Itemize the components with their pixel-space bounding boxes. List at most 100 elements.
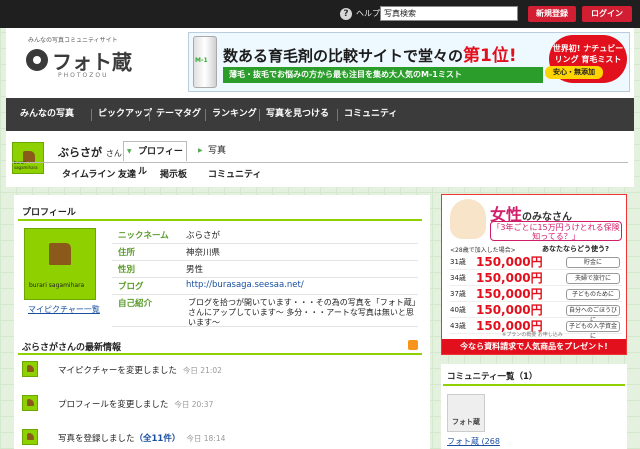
ad-age: 37歳 — [450, 290, 466, 298]
ad-note: 子どもの入学資金に — [566, 321, 620, 340]
ad-mini-text: <28歳で加入した場合> — [450, 247, 516, 254]
activity-section-title: ぶらさがさんの最新情報 — [22, 343, 122, 353]
site-header: みんなの写真コミュニティサイト フォト蔵 PHOTOZOU M-1 数ある育毛剤… — [6, 28, 634, 98]
community-thumbnail[interactable]: フォト蔵 — [447, 394, 485, 432]
subnav-community[interactable]: コミュニティ — [208, 167, 261, 180]
tab-profile[interactable]: プロフィール — [123, 141, 187, 177]
activity-thumbnail[interactable] — [22, 361, 38, 377]
nav-item-find-photos[interactable]: 写真を見つける — [258, 98, 329, 131]
boot-icon — [27, 399, 34, 406]
activity-time: 今日 20:37 — [174, 400, 214, 409]
profile-label: 自己紹介 — [118, 299, 153, 309]
blog-url[interactable]: http://burasaga.seesaa.net/ — [186, 280, 304, 290]
ad-amount: 150,000円 — [476, 303, 543, 317]
banner-chip: 安心・無添加 — [545, 66, 603, 79]
ad-banner[interactable]: M-1 数ある育毛剤の比較サイトで堂々の第1位! 薄毛・抜毛でお悩みの方から最も… — [188, 32, 630, 92]
activity-thumbnail[interactable] — [22, 395, 38, 411]
profile-label: ブログ — [118, 282, 144, 292]
intro-text: ブログを拾つが開いています・・・その為の写真を「フォト蔵」さんにアップしています… — [188, 298, 416, 327]
logo-title[interactable]: フォト蔵 — [52, 46, 132, 75]
banner-headline: 数ある育毛剤の比較サイトで堂々の第1位! — [223, 41, 517, 66]
profile-row-gender: 性別 男性 — [112, 261, 418, 278]
profile-picture-caption: burari sagamihara — [29, 282, 85, 289]
ad-copy: ※プランの概要 お申し込み — [502, 332, 563, 338]
product-bottle-image: M-1 — [193, 36, 217, 88]
help-link[interactable]: ヘルプ — [356, 8, 380, 19]
my-pictures-link[interactable]: マイピクチャー一覧 — [28, 304, 100, 315]
ad-note: 夫婦で旅行に — [566, 273, 620, 284]
activity-text: マイピクチャーを変更しました 今日 21:02 — [58, 364, 222, 376]
profile-value: 男性 — [186, 265, 204, 275]
main-nav: みんなの写真 ピックアップ テーマタグ ランキング 写真を見つける コミュニティ — [6, 98, 634, 131]
banner-subline: 薄毛・抜毛でお悩みの方から最も注目を集め大人気のM-1ミスト — [223, 67, 543, 83]
ad-note: 貯金に — [566, 257, 620, 268]
username-text: ぶらさが — [58, 146, 102, 159]
help-icon[interactable]: ? — [340, 8, 352, 20]
boot-icon — [27, 433, 34, 440]
ad-note: 自分へのごほうびに — [566, 305, 620, 324]
profile-label: ニックネーム — [118, 231, 169, 241]
search-input[interactable]: 写真検索 — [380, 6, 518, 21]
subnav-timeline[interactable]: タイムライン — [62, 167, 115, 180]
nav-item-ranking[interactable]: ランキング — [205, 98, 257, 131]
community-title: コミュニティ一覧（1） — [447, 372, 538, 382]
banner-headline-text: 数ある育毛剤の比較サイトで堂々の — [223, 47, 464, 65]
ad-age: 43歳 — [450, 322, 466, 330]
blog-link[interactable]: http://burasaga.seesaa.net/ — [186, 280, 304, 290]
activity-message: プロフィールを変更しました — [58, 400, 169, 410]
main-content: プロフィール burari sagamihara マイピクチャー一覧 ニックネー… — [14, 195, 430, 449]
profile-picture[interactable]: burari sagamihara — [24, 228, 96, 300]
profile-row-blog: ブログ http://burasaga.seesaa.net/ — [112, 278, 418, 295]
ad-row: 40歳 150,000円 自分へのごほうびに — [450, 303, 622, 324]
profile-value: 神奈川県 — [186, 248, 221, 258]
signup-button[interactable]: 新規登録 — [528, 6, 576, 22]
nav-item-pickup[interactable]: ピックアップ — [90, 98, 152, 131]
logo-subtitle: PHOTOZOU — [58, 72, 109, 79]
bottle-label: M-1 — [195, 57, 208, 64]
rss-icon[interactable] — [408, 340, 418, 350]
boot-icon — [49, 243, 71, 265]
ad-row: 37歳 150,000円 子どものために — [450, 287, 622, 302]
activity-text: プロフィールを変更しました 今日 20:37 — [58, 398, 213, 410]
ad-age: 31歳 — [450, 258, 466, 266]
nav-item-theme-tag[interactable]: テーマタグ — [148, 98, 201, 131]
login-button[interactable]: ログイン — [582, 6, 632, 22]
ad-amount: 150,000円 — [476, 287, 543, 301]
community-panel: コミュニティ一覧（1） フォト蔵 フォト蔵 (268 — [441, 364, 627, 449]
profile-subnav: タイムライン 友達 掲示板 コミュニティ — [12, 162, 628, 182]
profile-label: 住所 — [118, 248, 136, 258]
username: ぶらさが さん — [58, 144, 122, 160]
insurance-ad[interactable]: 女性のみなさん 「3年ごとに15万円うけとれる保険知ってる？」 <28歳で加入し… — [441, 194, 627, 355]
profile-value: ぶらさが — [186, 231, 221, 241]
section-divider — [18, 353, 422, 355]
activity-thumbnail[interactable] — [22, 429, 38, 445]
subnav-friends[interactable]: 友達 — [118, 167, 136, 180]
logo-camera-icon[interactable] — [26, 49, 48, 71]
tab-photos[interactable]: 写真 — [198, 141, 226, 161]
boot-icon — [27, 365, 34, 372]
ad-footer[interactable]: 今なら資料請求で人気商品をプレゼント! — [442, 339, 626, 354]
photo-count-link[interactable]: （全11件） — [135, 434, 181, 444]
activity-item: プロフィールを変更しました 今日 20:37 — [18, 395, 422, 423]
activity-message: マイピクチャーを変更しました — [58, 366, 177, 376]
community-link[interactable]: フォト蔵 (268 — [447, 436, 500, 447]
ad-row: 31歳 150,000円 貯金に — [450, 255, 622, 270]
profile-row-address: 住所 神奈川県 — [112, 244, 418, 261]
activity-item: マイピクチャーを変更しました 今日 21:02 — [18, 361, 422, 389]
ad-note: 子どものために — [566, 289, 620, 300]
ad-question: あなたならどう使う? — [542, 245, 610, 253]
baby-illustration — [450, 199, 486, 239]
subnav-board[interactable]: 掲示板 — [160, 167, 187, 180]
activity-text: 写真を登録しました（全11件） 今日 18:14 — [58, 432, 225, 444]
profile-section-title: プロフィール — [22, 208, 76, 218]
activity-message: 写真を登録しました — [58, 434, 135, 444]
nav-item-community[interactable]: コミュニティ — [336, 98, 397, 131]
ad-row: 34歳 150,000円 夫婦で旅行に — [450, 271, 622, 286]
ad-subtitle: 「3年ごとに15万円うけとれる保険知ってる？」 — [490, 221, 622, 241]
nav-item-everyone-photos[interactable]: みんなの写真 — [20, 98, 74, 131]
ad-amount: 150,000円 — [476, 255, 543, 269]
top-bar: ? ヘルプ 写真検索 新規登録 ログイン — [0, 0, 640, 28]
profile-header: burari sagamihara ぶらさが さん プロフィール 写真 タイムラ… — [6, 131, 634, 187]
ad-amount: 150,000円 — [476, 271, 543, 285]
section-divider — [18, 219, 422, 221]
